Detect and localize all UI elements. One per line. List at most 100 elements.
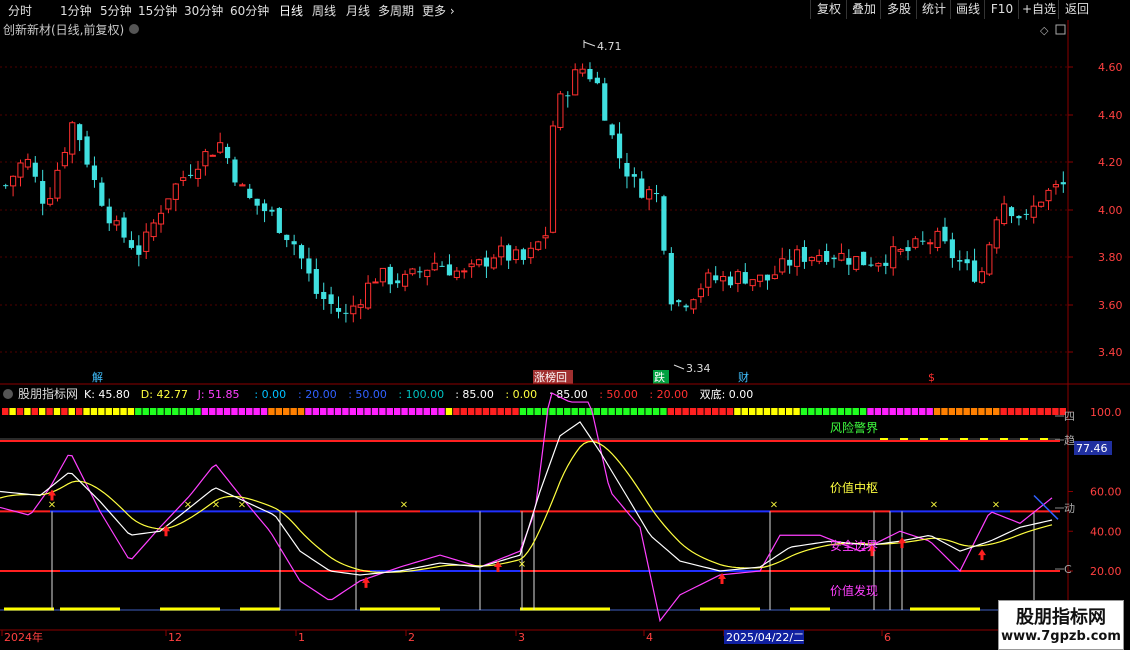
candle-body [328,294,334,304]
period-tab-8[interactable]: 月线 [346,2,370,19]
status-strip-cell [2,408,9,415]
status-strip-cell [445,408,453,415]
candle-body [793,249,801,267]
period-tab-4[interactable]: 30分钟 [184,2,223,19]
status-strip-cell [645,408,652,415]
watermark-url: www.7gpzb.com [1001,629,1121,644]
candle-body [483,257,490,267]
toolbar-button-7[interactable]: 返回 [1058,0,1095,19]
status-strip-cell [963,408,970,415]
toolbar-button-3[interactable]: 统计 [916,0,951,19]
indicator-value-11: : 20.00 [649,388,688,401]
status-strip-cell [704,408,711,415]
candle-body [128,240,135,248]
status-strip-cell [1007,408,1015,415]
candle-body [401,273,409,287]
toolbar-button-6[interactable]: +自选 [1018,0,1059,19]
candle-body [631,174,637,177]
candle-body [379,267,386,283]
period-tab-3[interactable]: 15分钟 [138,2,177,19]
status-strip-cell [956,408,963,415]
candle-body [824,251,830,262]
candle-body [1060,182,1066,185]
chart-area[interactable]: 创新新材(日线,前复权) 4.60 4.40 4.20 4.00 3.80 3.60 3.40… [0,20,1130,650]
status-strip-cell [837,408,845,415]
period-tab-0[interactable]: 分时 [8,2,32,19]
candle-body [602,83,608,121]
period-tab-7[interactable]: 周线 [312,2,336,19]
status-strip-cell [904,408,911,415]
candle-body [957,260,963,262]
toolbar: 分时 1分钟 5分钟 15分钟 30分钟 60分钟 日线 周线 月线 多周期 更多 › 复权 叠加 多股统… [0,0,1130,21]
low-marker-label: 3.34 [686,362,711,375]
candle-body [779,258,786,273]
period-tab-1[interactable]: 1分钟 [60,2,92,19]
candle-body [831,257,837,260]
status-strip-cell [867,408,874,415]
status-strip-cell [859,408,867,415]
date-label-2: 1 [298,631,305,644]
status-strip-cell [334,408,342,415]
indicator-menu-icon[interactable] [3,389,13,399]
period-tab-5[interactable]: 60分钟 [230,2,269,19]
toolbar-button-2[interactable]: 多股 [880,0,917,19]
status-strip-cell [24,408,31,415]
candle-body [150,222,157,238]
candle-body [232,159,238,183]
candle-body [1030,205,1037,218]
period-tab-9[interactable]: 多周期 [378,2,414,19]
status-strip-cell [748,408,756,415]
candle-body [616,133,623,159]
candle-body [121,217,127,238]
status-strip-cell [978,408,985,415]
status-strip-cell [53,408,61,415]
indicator-value-2: J: 51.85 [197,388,240,401]
candle-body [91,165,98,181]
period-tab-10[interactable]: 更多 › [422,2,455,19]
status-strip-cell [112,408,120,415]
toolbar-button-1[interactable]: 叠加 [846,0,881,19]
status-strip-cell [689,408,697,415]
candle-body [24,158,31,168]
dropdown-icon[interactable] [129,24,139,34]
status-strip-cell [497,408,504,415]
indicator-value-6: : 100.00 [398,388,444,401]
indicator-value-4: : 20.00 [298,388,337,401]
event-tag-2: 跌 [654,370,665,384]
status-strip-cell [75,408,83,415]
toolbar-button-0[interactable]: 复权 [810,0,847,19]
candle-body [291,241,297,245]
status-strip-cell [349,408,356,415]
status-strip-cell [830,408,837,415]
status-strip-cell [571,408,578,415]
toolbar-button-4[interactable]: 画线 [950,0,985,19]
candle-body [431,262,438,271]
price-axis-label: 3.60 [1098,299,1123,312]
candle-body [276,208,282,233]
candle-body [993,219,1000,249]
date-label-0: 2024年 [4,630,43,644]
status-strip-cell [386,408,393,415]
status-strip-cell [142,408,149,415]
candle-body [506,245,512,261]
candle-body [868,264,874,266]
period-tab-2[interactable]: 5分钟 [100,2,132,19]
toolbar-button-5[interactable]: F10 [984,0,1019,19]
status-strip-cell [778,408,785,415]
candle-body [978,271,986,283]
candle-body [557,93,564,128]
candle-body [113,220,120,226]
status-strip-cell [652,408,660,415]
status-strip-cell [290,408,297,415]
status-strip-cell [852,408,859,415]
period-tab-6[interactable]: 日线 [279,2,303,19]
candle-body [446,264,453,276]
date-label-5: 4 [646,631,653,644]
candle-body [335,308,342,312]
candle-body [920,240,926,242]
candle-body [594,77,600,84]
candle-body [934,230,941,248]
cross-mark: × [400,499,408,510]
status-strip-cell [475,408,482,415]
status-strip-cell [889,408,896,415]
